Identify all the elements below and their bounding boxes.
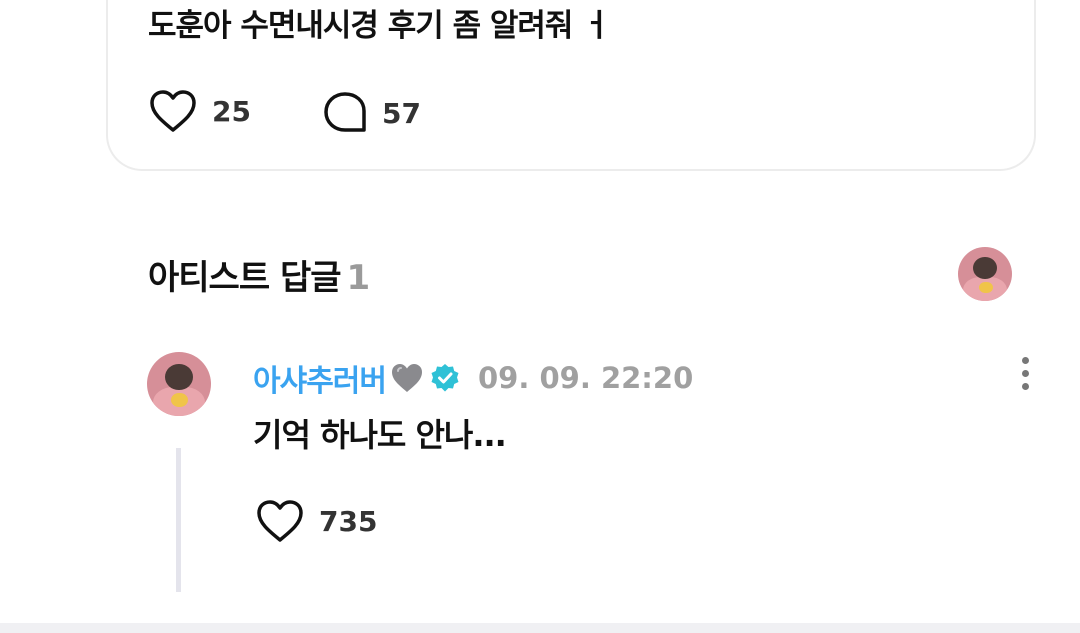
artist-avatar[interactable]: [958, 247, 1012, 301]
reply-like-count: 735: [319, 504, 378, 538]
post-comment-button[interactable]: 57: [322, 90, 421, 136]
post-text: 도훈아 수면내시경 후기 좀 알려줘 ㅓ: [148, 8, 611, 44]
reply-author-avatar[interactable]: [147, 352, 211, 416]
artist-replies-heading: 아티스트 답글 1: [148, 250, 371, 299]
post-like-button[interactable]: 25: [148, 88, 251, 134]
thread-line: [176, 448, 181, 592]
grey-heart-icon: [392, 364, 422, 392]
artist-replies-count: 1: [346, 258, 371, 298]
post-like-count: 25: [212, 94, 251, 128]
heart-outline-icon: [257, 500, 303, 542]
verified-badge-icon: [431, 364, 459, 392]
reply-like-button[interactable]: 735: [255, 498, 377, 544]
speech-bubble-icon: [324, 92, 366, 132]
reply-author-name[interactable]: 아샤추러버: [253, 356, 387, 400]
reply-timestamp: 09. 09. 22:20: [478, 361, 694, 395]
reply-header: 아샤추러버 09. 09. 22:20: [253, 356, 693, 400]
more-options-button[interactable]: [1014, 357, 1036, 393]
vertical-dots-icon: [1021, 357, 1029, 364]
bottom-divider: [0, 623, 1080, 633]
post-comment-count: 57: [382, 96, 421, 130]
reply-text: 기억 하나도 안나...: [253, 416, 507, 454]
heart-outline-icon: [150, 90, 196, 132]
artist-replies-title: 아티스트 답글: [148, 258, 342, 298]
